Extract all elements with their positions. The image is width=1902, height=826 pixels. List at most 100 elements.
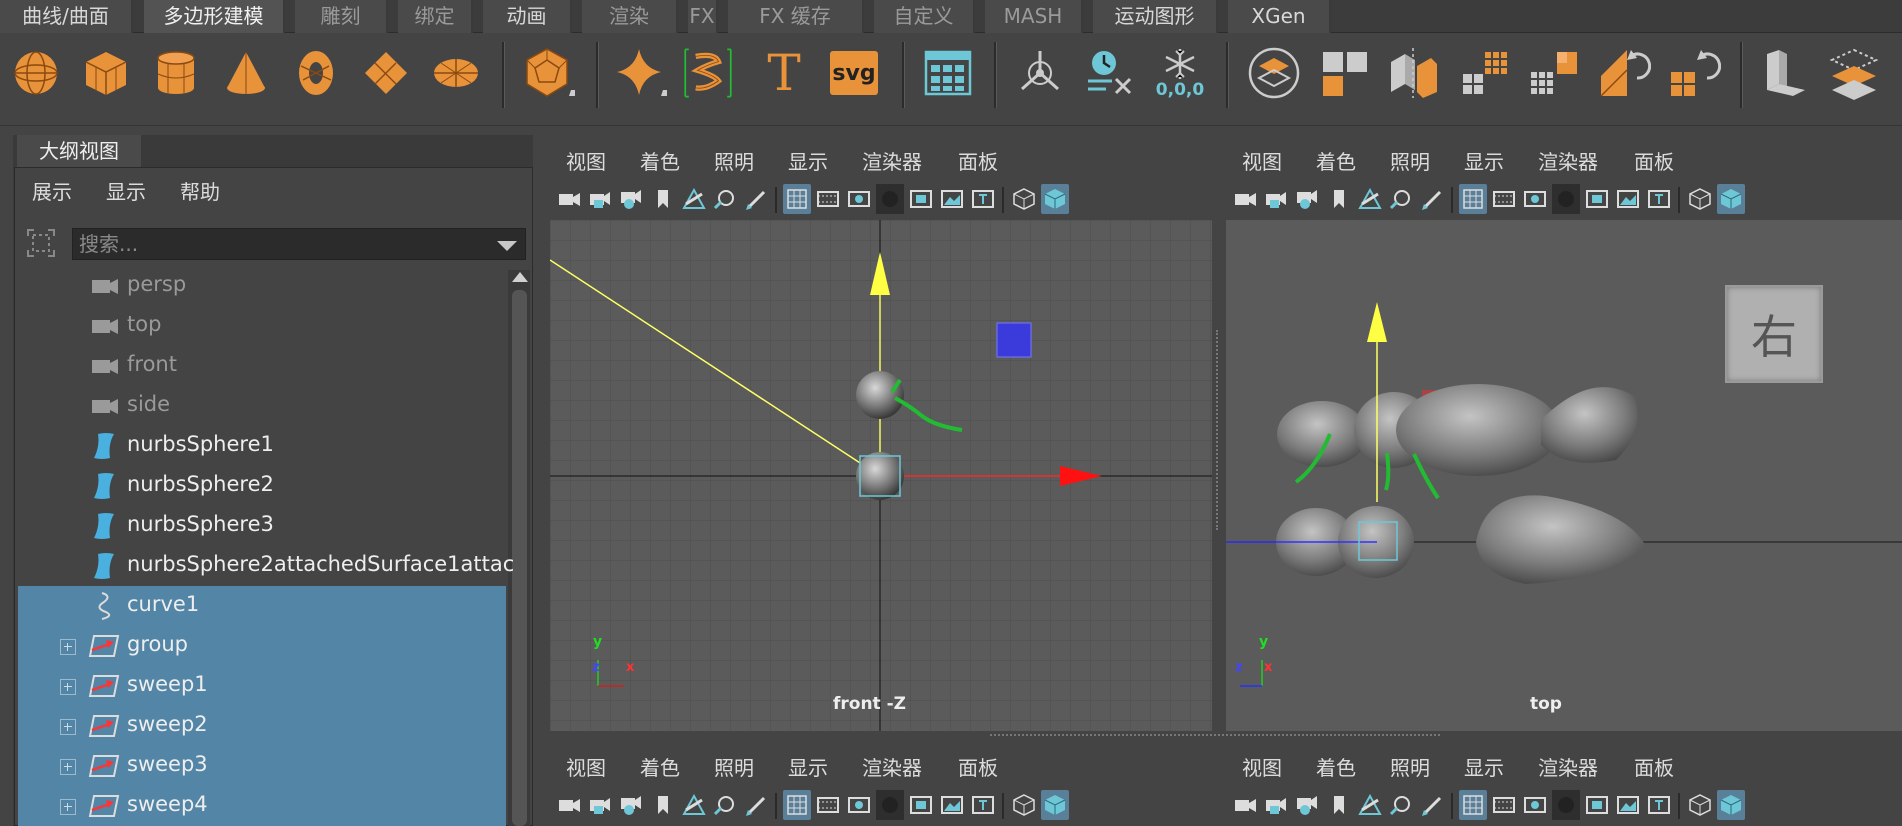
wireframe-icon[interactable]: [1686, 184, 1714, 214]
tab-rendering[interactable]: 渲染: [582, 0, 678, 33]
resolution-gate-icon[interactable]: [1521, 184, 1549, 214]
safe-action-icon[interactable]: [1614, 790, 1642, 820]
lock-camera-icon[interactable]: [1263, 790, 1291, 820]
film-gate-icon[interactable]: [814, 184, 842, 214]
lock-camera-icon[interactable]: [1263, 184, 1291, 214]
grid-toggle-icon[interactable]: [1459, 184, 1487, 214]
outliner-tab[interactable]: 大纲视图: [17, 135, 141, 167]
outliner-item-nurbssphere3[interactable]: nurbsSphere3: [18, 506, 506, 546]
safe-title-icon[interactable]: [969, 790, 997, 820]
tab-curves-surfaces[interactable]: 曲线/曲面: [0, 0, 133, 33]
type-text-icon[interactable]: T: [756, 42, 812, 104]
viewport-menu-renderer[interactable]: 渲染器: [862, 146, 922, 175]
poly-grid-icon[interactable]: [920, 42, 976, 104]
outliner-item-sweep2[interactable]: sweep2: [18, 706, 506, 746]
viewport-menu-show[interactable]: 显示: [788, 752, 828, 781]
tab-xgen[interactable]: XGen: [1228, 0, 1331, 33]
poly-plane-icon[interactable]: [358, 42, 414, 104]
safe-title-icon[interactable]: [1645, 184, 1673, 214]
viewport-menu-shading[interactable]: 着色: [1316, 146, 1356, 175]
viewport-menu-show[interactable]: 显示: [788, 146, 828, 175]
outliner-item-nurbssphere2attachedsurface1attac[interactable]: nurbsSphere2attachedSurface1attac: [18, 546, 514, 586]
viewport-front[interactable]: y z x front -Z: [550, 220, 1212, 731]
poly-cube-icon[interactable]: [78, 42, 134, 104]
viewport-menu-renderer[interactable]: 渲染器: [862, 752, 922, 781]
outliner-search-input[interactable]: 搜索...: [72, 228, 526, 260]
outliner-menu-display[interactable]: 显示: [106, 176, 146, 205]
nurbs-sphere-mesh[interactable]: [856, 371, 904, 419]
viewport-menu-lighting[interactable]: 照明: [714, 146, 754, 175]
grease-pencil-icon[interactable]: [1418, 184, 1446, 214]
grease-pencil-icon[interactable]: [1418, 790, 1446, 820]
expand-icon[interactable]: [60, 799, 76, 815]
resolution-gate-icon[interactable]: [845, 184, 873, 214]
camera-icon[interactable]: [1232, 790, 1260, 820]
viewport-menu-renderer[interactable]: 渲染器: [1538, 752, 1598, 781]
viewport-menu-shading[interactable]: 着色: [1316, 752, 1356, 781]
tab-sculpting[interactable]: 雕刻: [295, 0, 388, 33]
viewport-menu-shading[interactable]: 着色: [640, 752, 680, 781]
wireframe-icon[interactable]: [1686, 790, 1714, 820]
safe-action-icon[interactable]: [1614, 184, 1642, 214]
sweep-mesh-icon[interactable]: [680, 42, 736, 104]
expand-icon[interactable]: [60, 639, 76, 655]
viewport-menu-panels[interactable]: 面板: [1634, 752, 1674, 781]
viewport-menu-panels[interactable]: 面板: [1634, 146, 1674, 175]
camera-icon[interactable]: [556, 790, 584, 820]
image-plane-icon[interactable]: [680, 184, 708, 214]
safe-action-icon[interactable]: [938, 184, 966, 214]
bookmark-icon[interactable]: [649, 184, 677, 214]
platonic-solid-icon[interactable]: [520, 42, 576, 104]
field-chart-icon[interactable]: [907, 184, 935, 214]
viewport-menu-panels[interactable]: 面板: [958, 146, 998, 175]
poly-sphere-icon[interactable]: [8, 42, 64, 104]
camera-icon[interactable]: [1232, 184, 1260, 214]
film-gate-icon[interactable]: [814, 790, 842, 820]
viewport-menu-view[interactable]: 视图: [1242, 752, 1282, 781]
outliner-item-side[interactable]: side: [18, 386, 506, 426]
camera-attributes-icon[interactable]: [1294, 790, 1322, 820]
scroll-up-icon[interactable]: [512, 272, 528, 282]
grease-pencil-icon[interactable]: [742, 184, 770, 214]
tab-mash[interactable]: MASH: [985, 0, 1083, 33]
freeze-transform-icon[interactable]: 0,0,0: [1152, 42, 1208, 104]
expand-icon[interactable]: [60, 759, 76, 775]
grid-toggle-icon[interactable]: [783, 184, 811, 214]
viewport-menu-show[interactable]: 显示: [1464, 146, 1504, 175]
2d-pan-zoom-icon[interactable]: [711, 790, 739, 820]
separate-icon[interactable]: [1316, 42, 1372, 104]
film-gate-icon[interactable]: [1490, 184, 1518, 214]
smooth-icon[interactable]: [1456, 42, 1512, 104]
outliner-item-sweep4[interactable]: sweep4: [18, 786, 506, 826]
tab-poly-modeling[interactable]: 多边形建模: [144, 0, 285, 33]
resolution-gate-icon[interactable]: [845, 790, 873, 820]
gate-mask-icon[interactable]: [876, 184, 904, 214]
2d-pan-zoom-icon[interactable]: [1387, 184, 1415, 214]
poly-torus-icon[interactable]: [288, 42, 344, 104]
smooth-shade-icon[interactable]: [1041, 790, 1069, 820]
pane-splitter[interactable]: [1216, 330, 1218, 530]
wireframe-icon[interactable]: [1010, 184, 1038, 214]
safe-title-icon[interactable]: [969, 184, 997, 214]
2d-pan-zoom-icon[interactable]: [711, 184, 739, 214]
boolean-icon[interactable]: [1526, 42, 1582, 104]
outliner-item-sweep3[interactable]: sweep3: [18, 746, 506, 786]
cleanup-icon[interactable]: [1666, 42, 1722, 104]
bookmark-icon[interactable]: [1325, 790, 1353, 820]
viewport-menu-panels[interactable]: 面板: [958, 752, 998, 781]
lock-camera-icon[interactable]: [587, 184, 615, 214]
bookmark-icon[interactable]: [649, 790, 677, 820]
gate-mask-icon[interactable]: [1552, 790, 1580, 820]
grid-toggle-icon[interactable]: [783, 790, 811, 820]
wireframe-icon[interactable]: [1010, 790, 1038, 820]
film-gate-icon[interactable]: [1490, 790, 1518, 820]
poly-disc-icon[interactable]: [428, 42, 484, 104]
tab-fx-cache[interactable]: FX 缓存: [728, 0, 864, 33]
search-dropdown-icon[interactable]: [497, 241, 517, 251]
outliner-item-sweep1[interactable]: sweep1: [18, 666, 506, 706]
tab-custom[interactable]: 自定义: [874, 0, 975, 33]
smooth-shade-icon[interactable]: [1717, 184, 1745, 214]
image-plane-icon[interactable]: [680, 790, 708, 820]
camera-icon[interactable]: [556, 184, 584, 214]
field-chart-icon[interactable]: [907, 790, 935, 820]
